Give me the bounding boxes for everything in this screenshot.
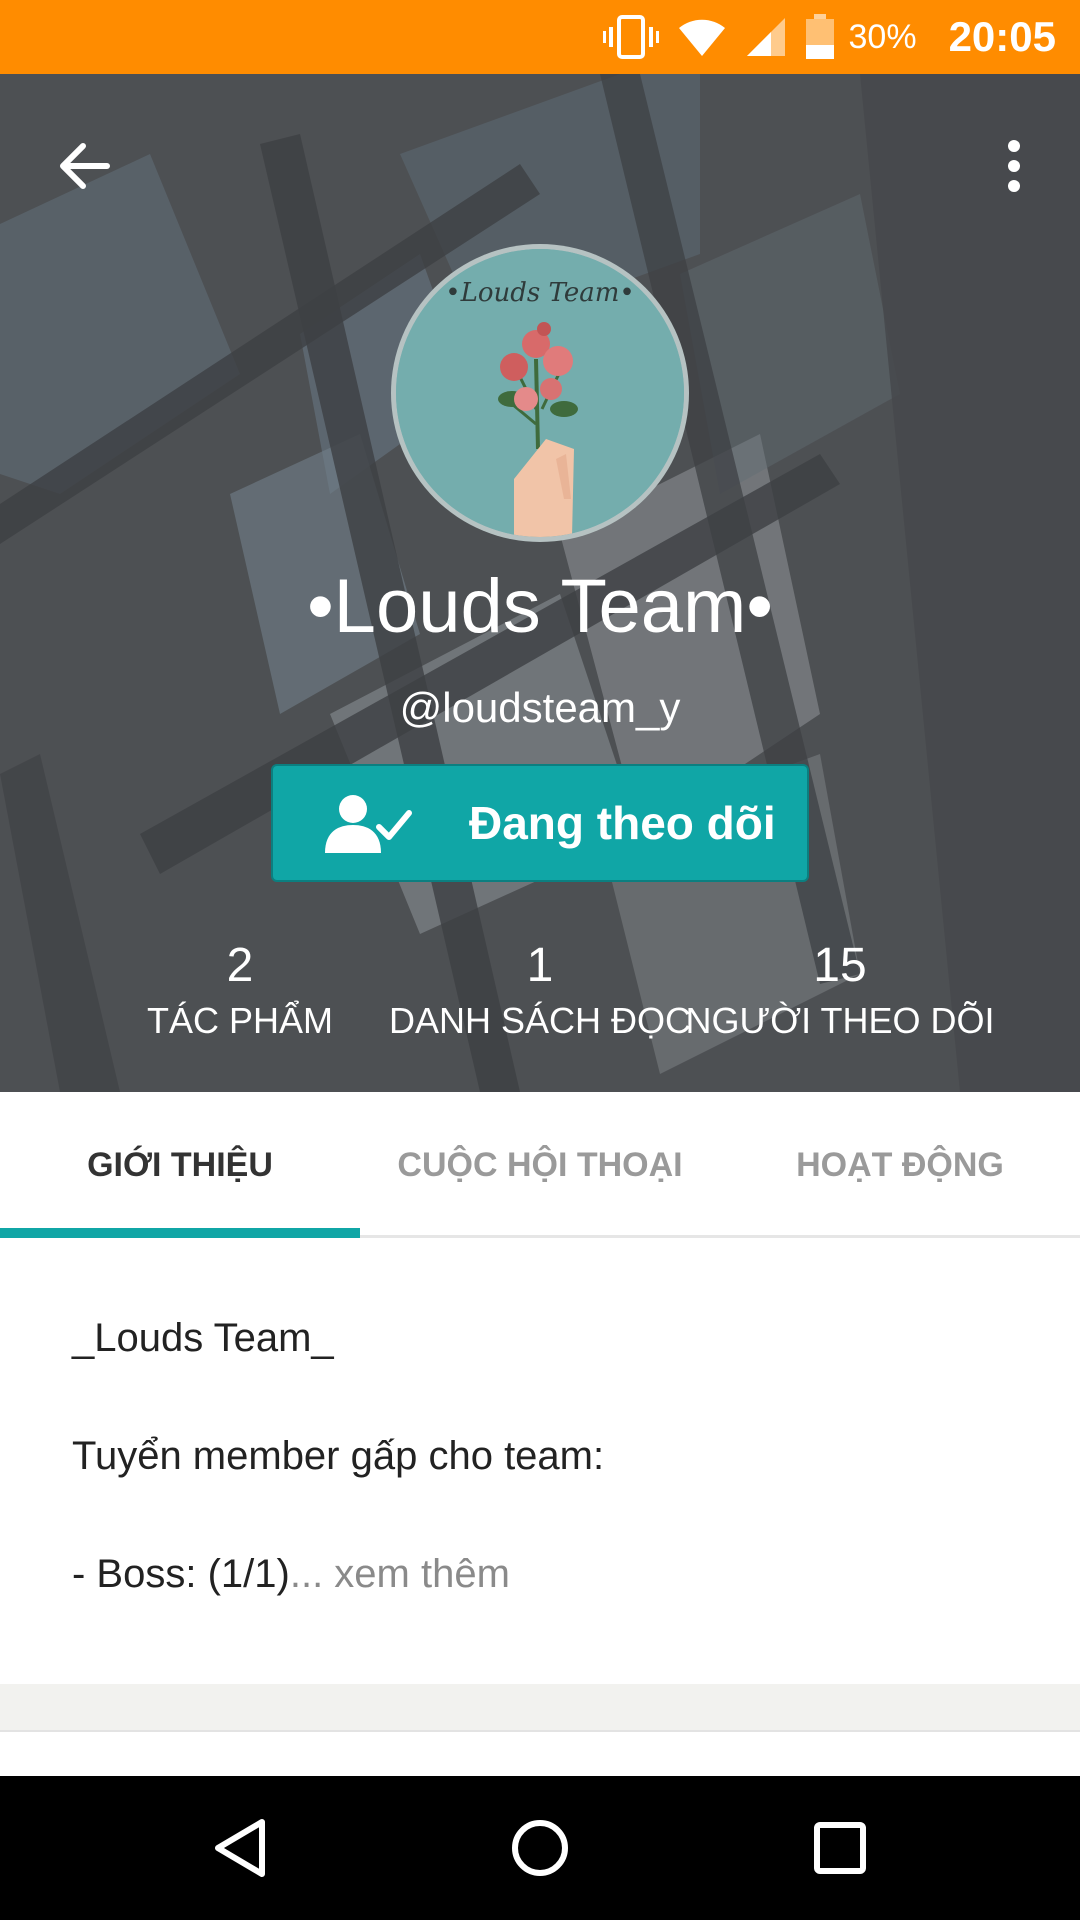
battery-percent: 30% xyxy=(848,17,917,56)
tab-activity[interactable]: HOẠT ĐỘNG xyxy=(720,1092,1080,1238)
signal-icon xyxy=(745,16,787,58)
stat-followers-label: NGƯỜI THEO DÕI xyxy=(685,1000,995,1041)
stat-reading-lists-label: DANH SÁCH ĐỌC xyxy=(388,1000,692,1041)
stat-followers-value: 15 xyxy=(813,939,867,992)
nav-recents-button[interactable] xyxy=(790,1798,890,1898)
profile-header: •Louds Team• •Louds Team• @loudsteam_y Đ… xyxy=(0,74,1080,1092)
profile-handle: @loudsteam_y xyxy=(399,684,681,731)
about-line-3-text: - Boss: (1/1) xyxy=(72,1552,290,1596)
back-triangle-icon xyxy=(215,1819,265,1877)
recents-square-icon xyxy=(814,1822,866,1874)
profile-stats: 2 TÁC PHẨM 1 DANH SÁCH ĐỌC 15 NGƯỜI THEO… xyxy=(0,936,1080,1076)
back-button[interactable] xyxy=(44,126,124,206)
avatar-text: •Louds Team• xyxy=(445,278,634,308)
tab-indicator xyxy=(0,1228,360,1238)
more-vertical-icon xyxy=(1008,140,1020,192)
stat-followers[interactable]: 15 NGƯỜI THEO DÕI xyxy=(680,936,1000,1046)
profile-screen: 30% 20:05 •Louds Team• •Louds Team• @lou… xyxy=(0,0,1080,1920)
nav-home-button[interactable] xyxy=(490,1798,590,1898)
vibrate-icon xyxy=(602,15,659,59)
profile-tabs: GIỚI THIỆU CUỘC HỘI THOẠI HOẠT ĐỘNG xyxy=(0,1092,1080,1238)
battery-icon xyxy=(805,14,835,60)
section-divider xyxy=(0,1684,1080,1732)
profile-name: •Louds Team• xyxy=(307,564,773,649)
stat-works-label: TÁC PHẨM xyxy=(146,1000,333,1041)
about-line-1: _Louds Team_ xyxy=(72,1316,334,1360)
tab-about[interactable]: GIỚI THIỆU xyxy=(0,1092,360,1238)
system-nav-bar xyxy=(0,1776,1080,1920)
home-circle-icon xyxy=(512,1820,568,1876)
tab-conversations[interactable]: CUỘC HỘI THOẠI xyxy=(360,1092,720,1238)
about-section: _Louds Team_ Tuyển member gấp cho team: … xyxy=(0,1238,1080,1684)
stat-reading-lists-value: 1 xyxy=(526,939,554,992)
avatar-image: •Louds Team• xyxy=(396,249,684,537)
following-button[interactable]: Đang theo dõi xyxy=(271,764,809,882)
status-time: 20:05 xyxy=(948,13,1056,60)
stat-reading-lists[interactable]: 1 DANH SÁCH ĐỌC xyxy=(380,936,700,1046)
see-more-link[interactable]: ... xem thêm xyxy=(290,1552,510,1596)
arrow-left-icon xyxy=(60,143,110,189)
more-options-button[interactable] xyxy=(984,126,1044,206)
stat-works-value: 2 xyxy=(226,939,254,992)
next-section xyxy=(0,1732,1080,1776)
following-button-label: Đang theo dõi xyxy=(469,797,776,849)
about-line-3: - Boss: (1/1)... xem thêm xyxy=(72,1546,510,1602)
avatar[interactable]: •Louds Team• xyxy=(391,244,689,542)
nav-back-button[interactable] xyxy=(190,1798,290,1898)
person-check-icon xyxy=(321,791,431,855)
status-bar: 30% 20:05 xyxy=(0,0,1080,74)
stat-works[interactable]: 2 TÁC PHẨM xyxy=(80,936,400,1046)
wifi-icon xyxy=(677,16,727,58)
about-line-2: Tuyển member gấp cho team: xyxy=(72,1434,605,1478)
